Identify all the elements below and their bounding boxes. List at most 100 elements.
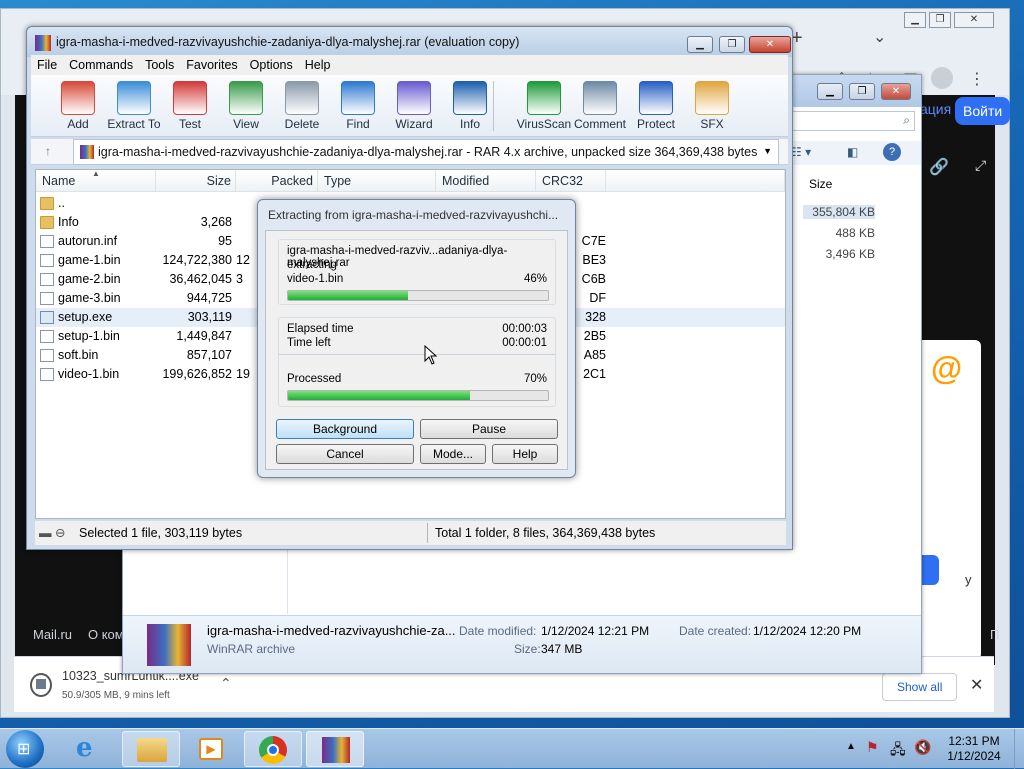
search-icon: ⌕ [903, 113, 910, 127]
show-all-button[interactable]: Show all [882, 673, 958, 701]
preview-pane-icon[interactable]: ◧ [847, 145, 858, 159]
explorer-size-3: 3,496 KB [825, 247, 875, 261]
file-progress-fill [288, 291, 408, 300]
chevron-up-icon[interactable]: ⌃ [220, 675, 232, 692]
winrar-maximize-button[interactable]: ❐ [719, 36, 745, 53]
network-icon[interactable]: 🖧 [890, 739, 906, 763]
close-download-bar-icon[interactable]: ✕ [970, 675, 983, 695]
toolbar-extract-to-button[interactable]: Extract To [105, 77, 163, 131]
time-progress-group: Elapsed time 00:00:03 Time left 00:00:01… [278, 317, 556, 407]
chrome-window-controls: ▁ ❐ ✕ [901, 11, 994, 28]
link-icon[interactable]: 🔗 [929, 157, 949, 177]
taskbar-winrar[interactable] [306, 731, 364, 767]
file-size-cell: 1,449,847 [176, 329, 232, 343]
detail-file-type: WinRAR archive [207, 642, 296, 656]
pause-button[interactable]: Pause [420, 419, 558, 439]
detail-size-label: Size: [514, 642, 541, 656]
explorer-size-header[interactable]: Size [809, 177, 832, 191]
start-button[interactable]: ⊞ [6, 730, 44, 768]
column-modified[interactable]: Modified [436, 170, 536, 192]
explorer-size-1: 355,804 KB [803, 205, 875, 219]
file-name-cell: .. [58, 196, 65, 210]
winrar-close-button[interactable]: ✕ [749, 36, 791, 53]
help-button[interactable]: Help [492, 444, 558, 464]
action-center-icon[interactable]: ⚑ [866, 739, 879, 756]
maximize-icon[interactable]: ❐ [929, 12, 951, 28]
toolbar-test-button[interactable]: Test [161, 77, 219, 131]
column-size[interactable]: Size [156, 170, 236, 192]
file-progress-bar [287, 290, 549, 301]
taskbar-chrome[interactable] [244, 731, 302, 767]
file-icon [40, 368, 54, 381]
column-packed[interactable]: Packed [236, 170, 318, 192]
taskbar-media-player[interactable]: ▶ [182, 731, 240, 767]
taskbar-internet-explorer[interactable]: e [62, 731, 120, 767]
menu-commands[interactable]: Commands [63, 58, 139, 72]
menu-tools[interactable]: Tools [139, 58, 180, 72]
minimize-icon[interactable]: ▁ [904, 12, 926, 28]
winrar-minimize-button[interactable]: ▁ [687, 36, 713, 53]
file-size-cell: 857,107 [186, 348, 232, 362]
download-progress-text: 50.9/305 MB, 9 mins left [62, 690, 170, 701]
explorer-search-input[interactable]: ⌕ [791, 111, 915, 131]
menu-options[interactable]: Options [244, 58, 299, 72]
column-type[interactable]: Type [318, 170, 436, 192]
explorer-close-button[interactable]: ✕ [881, 83, 911, 100]
file-size-cell: 124,722,380 [162, 253, 232, 267]
up-arrow-icon[interactable]: ↑ [45, 144, 51, 158]
toolbar-info-button[interactable]: Info [441, 77, 499, 131]
file-name-cell: Info [58, 215, 79, 229]
time-left-value: 00:00:01 [502, 337, 547, 349]
footer-about-link[interactable]: О ком [88, 627, 124, 642]
toolbar-sfx-button[interactable]: SFX [683, 77, 741, 131]
mail-card: @ у [915, 340, 981, 660]
profile-avatar[interactable] [931, 67, 953, 89]
show-desktop-button[interactable] [1014, 729, 1024, 769]
mode-button[interactable]: Mode... [420, 444, 486, 464]
status-selected: Selected 1 file, 303,119 bytes [79, 526, 243, 540]
clock-time: 12:31 PM [948, 734, 1000, 748]
more-menu-icon[interactable]: ⋮ [969, 69, 985, 89]
fullscreen-icon[interactable]: ⤢ [975, 157, 986, 174]
toolbar-comment-button[interactable]: Comment [571, 77, 629, 131]
toolbar-view-button[interactable]: View [217, 77, 275, 131]
chevron-down-icon: ⌄ [873, 29, 887, 46]
virus-scan-icon [527, 81, 561, 115]
menu-help[interactable]: Help [299, 58, 337, 72]
explorer-minimize-button[interactable]: ▁ [817, 83, 843, 100]
background-button[interactable]: Background [276, 419, 414, 439]
toolbar-protect-button[interactable]: Protect [627, 77, 685, 131]
menu-file[interactable]: File [31, 58, 63, 72]
extract-action: extracting [287, 259, 337, 271]
close-icon[interactable]: ✕ [954, 12, 994, 28]
cancel-button[interactable]: Cancel [276, 444, 414, 464]
archive-path-dropdown[interactable]: igra-masha-i-medved-razvivayushchie-zada… [73, 139, 779, 165]
toolbar-delete-button[interactable]: Delete [273, 77, 331, 131]
processed-progress-fill [288, 391, 470, 400]
file-size-cell: 36,462,045 [169, 272, 232, 286]
processed-progress-bar [287, 390, 549, 401]
file-size-cell: 3,268 [200, 215, 232, 229]
tab-search-button[interactable]: ⌄ [873, 27, 886, 47]
system-clock[interactable]: 12:31 PM 1/12/2024 [938, 734, 1010, 764]
volume-muted-icon[interactable]: 🔇 [914, 739, 931, 756]
toolbar-add-button[interactable]: Add [49, 77, 107, 131]
footer-mailru-link[interactable]: Mail.ru [33, 627, 72, 642]
footer-partial-right: П [990, 627, 1000, 642]
winrar-statusbar: ▬ ⊖ Selected 1 file, 303,119 bytes Total… [35, 521, 786, 545]
help-icon[interactable]: ? [883, 143, 901, 161]
toolbar-virusscan-button[interactable]: VirusScan [515, 77, 573, 131]
taskbar-explorer[interactable] [122, 731, 180, 767]
page-partial-text: ация [920, 101, 952, 117]
column-crc32[interactable]: CRC32 [536, 170, 606, 192]
explorer-maximize-button[interactable]: ❐ [849, 83, 875, 100]
menu-favorites[interactable]: Favorites [180, 58, 243, 72]
sfx-box-icon [695, 81, 729, 115]
view-options-icon[interactable]: ☷ ▾ [791, 145, 811, 159]
winrar-archive-icon [147, 624, 191, 666]
toolbar-find-button[interactable]: Find [329, 77, 387, 131]
toolbar-wizard-button[interactable]: Wizard [385, 77, 443, 131]
login-button[interactable]: Войти [955, 97, 1011, 125]
file-icon [40, 292, 54, 305]
show-hidden-icons[interactable]: ▲ [846, 741, 856, 752]
